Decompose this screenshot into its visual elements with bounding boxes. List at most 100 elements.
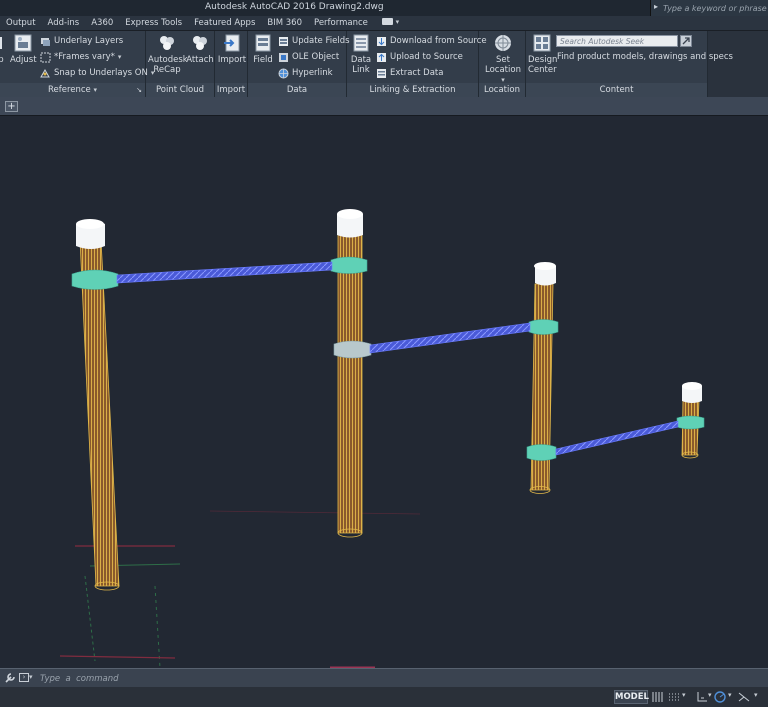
post-2[interactable] xyxy=(330,209,372,538)
globe-icon xyxy=(278,68,289,78)
hyperlink-button[interactable]: Hyperlink xyxy=(278,66,333,80)
chevron-down-icon: ▾ xyxy=(117,53,122,61)
command-prompt-icon: › xyxy=(19,673,29,682)
set-location-label-line-1: Set xyxy=(496,55,510,65)
clip-button[interactable]: p xyxy=(0,34,8,65)
chevron-down-icon[interactable]: ▾ xyxy=(708,691,712,699)
panel-point-cloud: Autodesk ReCap Attach Point Cloud xyxy=(146,31,215,97)
extract-data-label: Extract Data xyxy=(390,68,444,78)
seek-search-input[interactable] xyxy=(556,35,678,47)
panel-import-footer: Import xyxy=(215,83,247,97)
design-center-label-line-2: Center xyxy=(528,65,557,75)
ortho-mode-icon[interactable] xyxy=(696,691,708,703)
download-icon xyxy=(377,36,386,46)
panel-linking-extraction: Data Link Download from Source Upload to… xyxy=(347,31,487,97)
download-label: Download from Source xyxy=(390,36,487,46)
snap-underlays-label: Snap to Underlays ON xyxy=(54,68,148,78)
ole-object-icon xyxy=(279,52,288,62)
set-location-label-line-2: Location ▾ xyxy=(483,65,523,85)
post-1[interactable] xyxy=(71,219,120,591)
help-search-box[interactable]: ▸ xyxy=(650,0,768,16)
snap-underlays-dropdown[interactable]: Snap to Underlays ON ▾ xyxy=(40,66,154,80)
ribbon-tab-bar: Output Add-ins A360 Express Tools Featur… xyxy=(0,16,768,31)
tab-featured-apps[interactable]: Featured Apps xyxy=(188,16,261,31)
ribbon-empty-area xyxy=(708,31,768,97)
hyperlink-label: Hyperlink xyxy=(292,68,333,78)
update-fields-button[interactable]: Update Fields xyxy=(278,34,350,48)
update-fields-icon xyxy=(279,36,288,46)
seek-search-icon xyxy=(682,37,690,45)
frames-vary-dropdown[interactable]: *Frames vary* ▾ xyxy=(40,50,121,64)
tab-output[interactable]: Output xyxy=(0,16,42,31)
adjust-button[interactable]: Adjust xyxy=(10,34,37,65)
import-button[interactable]: Import xyxy=(217,34,247,65)
new-drawing-tab-button[interactable]: + xyxy=(5,101,18,112)
upload-icon xyxy=(377,52,386,62)
panel-reference: p Adjust Underlay Layers *Frames vary* ▾… xyxy=(0,31,154,97)
seek-search-button[interactable] xyxy=(680,35,692,47)
ole-object-button[interactable]: OLE Object xyxy=(278,50,339,64)
grid-icon[interactable] xyxy=(652,691,664,703)
dialog-launcher-icon[interactable]: ↘ xyxy=(136,83,142,97)
recap-label-line-1: Autodesk xyxy=(148,55,188,65)
panel-data-footer: Data xyxy=(248,83,346,97)
import-label: Import xyxy=(217,55,247,65)
upload-to-source-button[interactable]: Upload to Source xyxy=(376,50,463,64)
field-icon xyxy=(254,34,272,52)
panel-location: Set Location ▾ Location xyxy=(479,31,526,97)
chevron-down-icon[interactable]: ▾ xyxy=(728,691,732,699)
bar-2-3 xyxy=(369,322,531,354)
search-arrow-icon[interactable]: ▸ xyxy=(654,2,658,11)
frame-icon xyxy=(40,52,51,62)
reference-panel-title: Reference xyxy=(47,85,91,95)
ole-object-label: OLE Object xyxy=(292,52,340,62)
tab-video-dropdown[interactable]: ▾ xyxy=(374,16,407,31)
snap-mode-icon[interactable] xyxy=(668,691,680,703)
panel-reference-footer[interactable]: Reference ▾ ↘ xyxy=(0,83,145,97)
design-center-button[interactable]: Design Center xyxy=(528,34,557,75)
autodesk-recap-button[interactable]: Autodesk ReCap xyxy=(148,34,188,75)
attach-icon xyxy=(191,34,209,52)
tab-add-ins[interactable]: Add-ins xyxy=(42,16,86,31)
field-button[interactable]: Field xyxy=(251,34,275,65)
video-icon xyxy=(381,18,393,25)
set-location-button[interactable]: Set Location ▾ xyxy=(483,34,523,85)
chevron-down-icon[interactable]: ▾ xyxy=(754,691,758,699)
recap-icon xyxy=(158,34,176,52)
chevron-down-icon[interactable]: ▾ xyxy=(682,691,686,699)
help-search-input[interactable] xyxy=(663,1,767,15)
post-3[interactable] xyxy=(526,262,559,494)
post-4[interactable] xyxy=(676,382,705,459)
clip-label: p xyxy=(0,55,4,65)
polar-tracking-icon[interactable] xyxy=(714,691,726,703)
recap-label-line-2: ReCap xyxy=(153,65,181,75)
data-link-label-line-1: Data xyxy=(350,55,372,65)
recent-commands-button[interactable]: › ▾ xyxy=(19,672,39,685)
model-space-button[interactable]: MODEL xyxy=(614,690,649,704)
snap-icon xyxy=(40,68,50,77)
panel-linking-footer: Linking & Extraction xyxy=(347,83,478,97)
window-title: Autodesk AutoCAD 2016 Drawing2.dwg xyxy=(205,2,384,12)
bar-3-4 xyxy=(555,420,679,456)
data-link-label-line-2: Link xyxy=(352,65,370,75)
underlay-layers-button[interactable]: Underlay Layers xyxy=(40,34,123,48)
tab-a360[interactable]: A360 xyxy=(85,16,119,31)
extract-data-icon xyxy=(377,68,386,78)
data-link-button[interactable]: Data Link xyxy=(349,34,373,75)
model-space-canvas[interactable] xyxy=(0,116,768,668)
tab-express-tools[interactable]: Express Tools xyxy=(119,16,188,31)
attach-point-cloud-button[interactable]: Attach xyxy=(186,34,214,65)
command-input[interactable] xyxy=(40,671,640,686)
extract-data-button[interactable]: Extract Data xyxy=(376,66,443,80)
tab-performance[interactable]: Performance xyxy=(308,16,374,31)
underlay-layers-icon xyxy=(41,37,50,46)
data-link-icon xyxy=(352,34,370,52)
connecting-bars[interactable] xyxy=(116,261,679,456)
tab-bim-360[interactable]: BIM 360 xyxy=(261,16,308,31)
status-bar: MODEL ▾ ▾ ▾ ▾ xyxy=(0,687,768,707)
isodraft-icon[interactable] xyxy=(738,691,750,703)
download-from-source-button[interactable]: Download from Source xyxy=(376,34,487,48)
drawing-viewport[interactable] xyxy=(0,116,768,668)
command-line: › ▾ xyxy=(0,668,768,687)
wrench-icon[interactable] xyxy=(4,672,16,684)
